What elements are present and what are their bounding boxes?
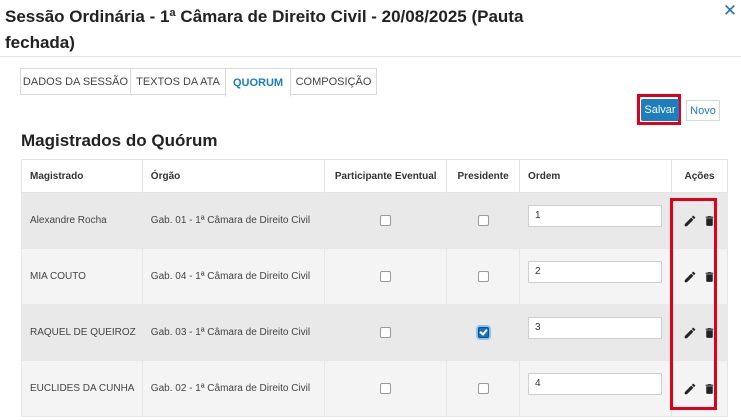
edit-icon[interactable] — [683, 382, 697, 396]
orgao-cell: Gab. 03 - 1ª Câmara de Direito Civil — [141, 304, 326, 361]
ordem-cell — [519, 360, 673, 417]
row-actions — [672, 270, 727, 284]
edit-icon[interactable] — [683, 270, 697, 284]
participante-eventual-checkbox[interactable] — [380, 214, 392, 226]
presidente-checkbox[interactable] — [477, 382, 489, 394]
table-row: RAQUEL DE QUEIROZ Gab. 03 - 1ª Câmara de… — [21, 304, 728, 361]
header-ordem[interactable]: Ordem — [519, 159, 673, 193]
participante-eventual-cell — [324, 304, 448, 361]
header-divider — [0, 56, 741, 57]
ordem-cell — [519, 192, 673, 249]
presidente-cell — [446, 304, 521, 361]
tab-quorum[interactable]: QUORUM — [225, 68, 291, 97]
ordem-input[interactable] — [528, 260, 663, 283]
participante-eventual-cell — [324, 248, 448, 305]
close-icon[interactable]: ✕ — [722, 2, 738, 20]
row-actions — [672, 214, 727, 228]
dialog-title: Sessão Ordinária - 1ª Câmara de Direito … — [5, 7, 524, 52]
tab-dados-da-sessao[interactable]: DADOS DA SESSÃO — [20, 68, 131, 95]
ordem-cell — [519, 304, 673, 361]
tab-textos-da-ata[interactable]: TEXTOS DA ATA — [130, 68, 226, 95]
ordem-input[interactable] — [528, 372, 663, 395]
ordem-input[interactable] — [528, 204, 663, 227]
trash-icon[interactable] — [703, 382, 716, 396]
row-actions — [672, 382, 727, 396]
participante-eventual-checkbox[interactable] — [380, 270, 392, 282]
acoes-cell — [671, 360, 728, 417]
presidente-checkbox[interactable] — [477, 270, 489, 282]
participante-eventual-checkbox[interactable] — [380, 382, 392, 394]
presidente-cell — [446, 360, 521, 417]
trash-icon[interactable] — [703, 270, 716, 284]
acoes-cell — [671, 304, 728, 361]
table-row: EUCLIDES DA CUNHA Gab. 02 - 1ª Câmara de… — [21, 360, 728, 417]
orgao-cell: Gab. 04 - 1ª Câmara de Direito Civil — [141, 248, 326, 305]
ordem-input[interactable] — [528, 316, 663, 339]
table-row: MIA COUTO Gab. 04 - 1ª Câmara de Direito… — [21, 248, 728, 305]
orgao-cell: Gab. 02 - 1ª Câmara de Direito Civil — [141, 360, 326, 417]
presidente-cell — [446, 248, 521, 305]
edit-icon[interactable] — [683, 214, 697, 228]
row-actions — [672, 326, 727, 340]
presidente-cell — [446, 192, 521, 249]
ordem-cell — [519, 248, 673, 305]
trash-icon[interactable] — [703, 214, 716, 228]
magistrado-cell: Alexandre Rocha — [21, 192, 143, 249]
presidente-checkbox[interactable] — [477, 214, 489, 226]
trash-icon[interactable] — [703, 326, 716, 340]
acoes-cell — [671, 248, 728, 305]
tab-composicao[interactable]: COMPOSIÇÃO — [290, 68, 377, 95]
magistrado-cell: RAQUEL DE QUEIROZ — [21, 304, 143, 361]
participante-eventual-checkbox[interactable] — [380, 326, 392, 338]
table-row: Alexandre Rocha Gab. 01 - 1ª Câmara de D… — [21, 192, 728, 249]
header-acoes: Ações — [671, 159, 728, 193]
magistrado-cell: EUCLIDES DA CUNHA — [21, 360, 143, 417]
edit-icon[interactable] — [683, 326, 697, 340]
participante-eventual-cell — [324, 192, 448, 249]
save-button[interactable]: Salvar — [641, 99, 679, 121]
header-magistrado[interactable]: Magistrado — [21, 159, 143, 193]
new-button[interactable]: Novo — [686, 100, 720, 121]
acoes-cell — [671, 192, 728, 249]
header-participante-eventual[interactable]: Participante Eventual — [324, 159, 448, 193]
magistrado-cell: MIA COUTO — [21, 248, 143, 305]
participante-eventual-cell — [324, 360, 448, 417]
table-header-row: Magistrado Órgão Participante Eventual P… — [21, 159, 728, 193]
header-orgao[interactable]: Órgão — [141, 159, 326, 193]
presidente-checkbox[interactable] — [477, 326, 489, 338]
tab-bar: DADOS DA SESSÃO TEXTOS DA ATA QUORUM COM… — [20, 68, 377, 97]
section-title: Magistrados do Quórum — [21, 131, 218, 150]
header-presidente[interactable]: Presidente — [446, 159, 521, 193]
quorum-table: Magistrado Órgão Participante Eventual P… — [21, 159, 728, 417]
orgao-cell: Gab. 01 - 1ª Câmara de Direito Civil — [141, 192, 326, 249]
